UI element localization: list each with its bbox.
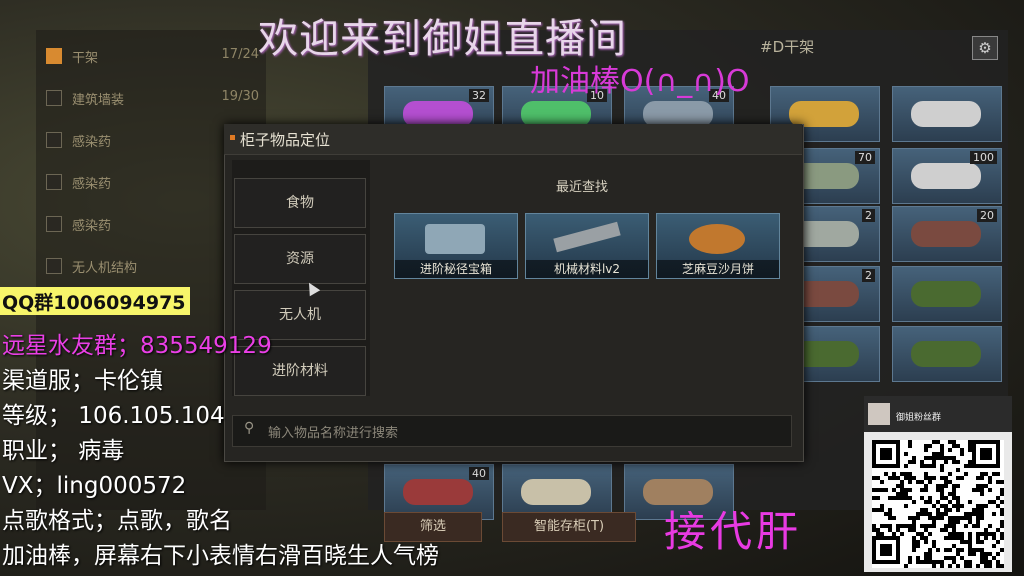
inventory-slot[interactable] bbox=[892, 266, 1002, 322]
item-count: 32 bbox=[469, 89, 489, 102]
item-count: 70 bbox=[855, 151, 875, 164]
stream-info-line: 点歌格式；点歌，歌名 bbox=[2, 508, 232, 534]
qr-group-name: 御姐粉丝群 bbox=[896, 413, 942, 423]
stream-info-line: VX；ling000572 bbox=[2, 473, 187, 499]
recent-item[interactable]: 机械材料lv2 bbox=[525, 213, 649, 279]
category-row-label: 干架 bbox=[72, 51, 99, 66]
inventory-slot[interactable]: 100 bbox=[892, 148, 1002, 204]
item-icon bbox=[911, 163, 981, 189]
recent-search-label: 最近查找 bbox=[556, 180, 609, 195]
stream-cheer-text: 加油棒O(∩_∩)O bbox=[530, 64, 750, 99]
recent-item-name: 芝麻豆沙月饼 bbox=[657, 260, 779, 278]
title-marker-icon bbox=[230, 135, 235, 140]
dialog-title: 柜子物品定位 bbox=[240, 131, 331, 149]
item-count: 2 bbox=[862, 209, 875, 222]
cabinet-title: #D干架 bbox=[760, 38, 815, 56]
recent-item-name: 机械材料lv2 bbox=[526, 260, 648, 278]
search-icon: ⚲ bbox=[244, 420, 255, 436]
stream-info-line: 加油棒，屏幕右下小表情右滑百晓生人气榜 bbox=[2, 543, 439, 569]
stream-info-line: 渠道服；卡伦镇 bbox=[2, 368, 163, 394]
recent-item-name: 进阶秘径宝箱 bbox=[395, 260, 517, 278]
stream-info-line: 远星水友群；835549129 bbox=[2, 333, 272, 359]
item-icon bbox=[911, 281, 981, 307]
recent-item[interactable]: 进阶秘径宝箱 bbox=[394, 213, 518, 279]
qr-code-icon bbox=[872, 440, 1004, 568]
category-row[interactable]: 干架 17/24 bbox=[40, 36, 265, 76]
smart-store-button[interactable]: 智能存柜(T) bbox=[502, 512, 636, 542]
item-count: 100 bbox=[970, 151, 997, 164]
inventory-slot[interactable] bbox=[892, 86, 1002, 142]
category-row-label: 感染药 bbox=[72, 135, 112, 150]
checkbox[interactable] bbox=[46, 216, 62, 232]
stream-info-line: 职业； 病毒 bbox=[2, 438, 125, 464]
category-row-label: 感染药 bbox=[72, 219, 112, 234]
machine-parts-icon bbox=[553, 221, 621, 253]
search-placeholder: 输入物品名称进行搜索 bbox=[268, 426, 399, 441]
category-row-label: 建筑墙装 bbox=[72, 93, 125, 108]
qq-group-label: QQ群1006094975 bbox=[0, 287, 190, 315]
item-count: 2 bbox=[862, 269, 875, 282]
category-row-label: 无人机结构 bbox=[72, 261, 138, 276]
checkbox[interactable] bbox=[46, 48, 62, 64]
checkbox[interactable] bbox=[46, 174, 62, 190]
item-count: 20 bbox=[977, 209, 997, 222]
item-icon bbox=[403, 479, 473, 505]
item-icon bbox=[911, 341, 981, 367]
category-food-button[interactable]: 食物 bbox=[234, 178, 366, 228]
boost-service-text: 接代肝 bbox=[664, 507, 803, 556]
stream-info-line: 等级； 106.105.104 bbox=[2, 403, 225, 429]
category-resource-button[interactable]: 资源 bbox=[234, 234, 366, 284]
category-row-count: 19/30 bbox=[221, 89, 259, 104]
inventory-slot[interactable]: 20 bbox=[892, 206, 1002, 262]
item-count: 40 bbox=[469, 467, 489, 480]
avatar bbox=[868, 403, 890, 425]
mooncake-icon bbox=[689, 224, 745, 254]
recent-item[interactable]: 芝麻豆沙月饼 bbox=[656, 213, 780, 279]
item-icon bbox=[521, 479, 591, 505]
checkbox[interactable] bbox=[46, 132, 62, 148]
treasure-chest-icon bbox=[425, 224, 485, 254]
item-icon bbox=[911, 221, 981, 247]
checkbox[interactable] bbox=[46, 90, 62, 106]
item-icon bbox=[911, 101, 981, 127]
checkbox[interactable] bbox=[46, 258, 62, 274]
gear-icon[interactable]: ⚙ bbox=[972, 36, 998, 60]
inventory-slot[interactable] bbox=[892, 326, 1002, 382]
category-row[interactable]: 建筑墙装 19/30 bbox=[40, 78, 265, 118]
category-row-count: 17/24 bbox=[221, 47, 259, 62]
category-row-label: 感染药 bbox=[72, 177, 112, 192]
